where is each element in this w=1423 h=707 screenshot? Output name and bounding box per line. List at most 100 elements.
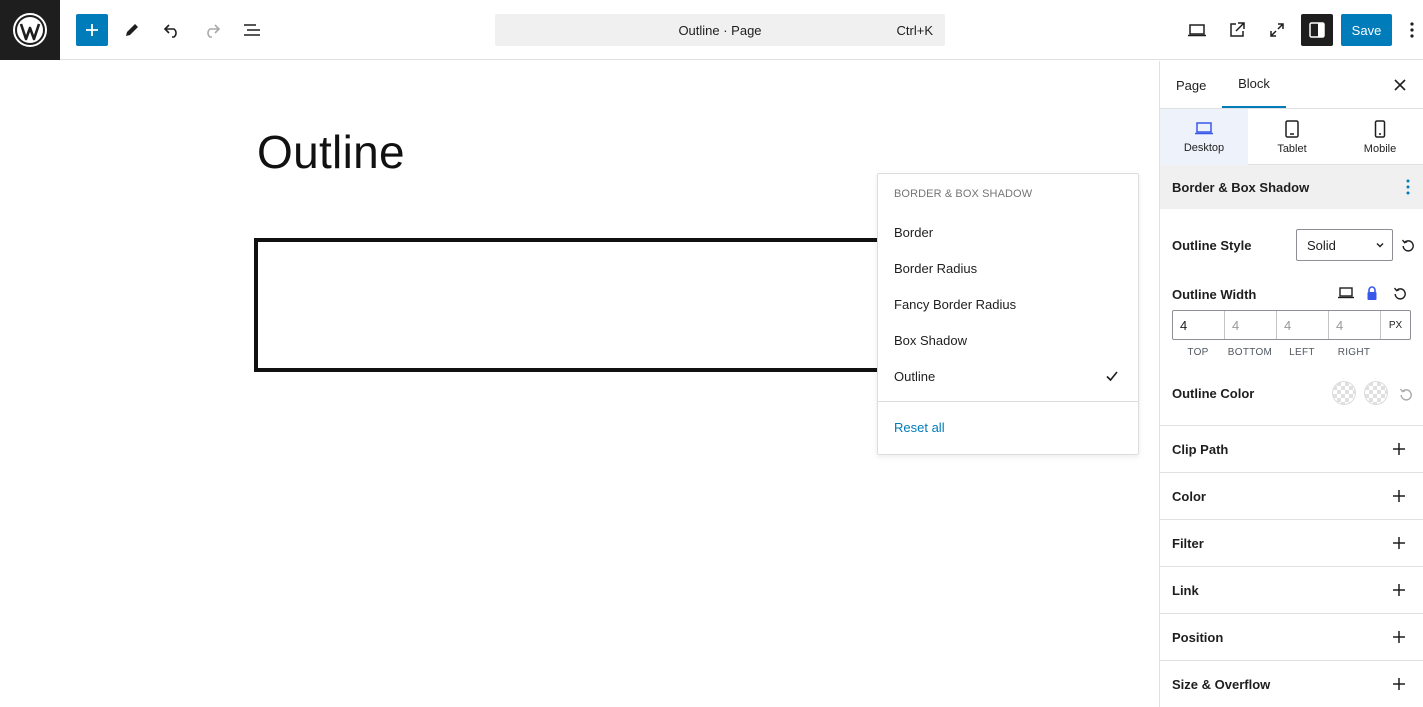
mobile-icon <box>1374 119 1386 138</box>
tab-page[interactable]: Page <box>1176 61 1206 109</box>
pencil-icon <box>126 24 138 36</box>
check-icon <box>1106 371 1118 382</box>
device-mobile[interactable]: Mobile <box>1336 109 1423 165</box>
menu-item-label: Border <box>894 224 934 240</box>
undo-button[interactable] <box>156 14 188 46</box>
outline-color-label: Outline Color <box>1172 386 1255 401</box>
desktop-preview-icon <box>1188 24 1206 37</box>
menu-item-label: Box Shadow <box>894 332 967 348</box>
outline-width-inputs: 4 4 4 4 PX <box>1172 310 1411 340</box>
tablet-icon <box>1285 119 1299 138</box>
panel-title: Border & Box Shadow <box>1172 179 1310 195</box>
menu-divider <box>878 401 1138 402</box>
plus-icon <box>1393 490 1405 502</box>
reset-icon <box>1399 388 1412 401</box>
sidebar-tabs: Page Block <box>1160 61 1423 109</box>
reset-all-button[interactable]: Reset all <box>894 420 945 435</box>
device-label: Mobile <box>1363 142 1397 155</box>
outline-color-swatch[interactable] <box>1332 381 1356 405</box>
save-button[interactable]: Save <box>1341 14 1392 46</box>
panel-position[interactable]: Position <box>1160 613 1423 660</box>
plus-icon <box>1393 584 1405 596</box>
outlined-block[interactable] <box>254 238 954 372</box>
link-sides-button[interactable] <box>1364 285 1380 301</box>
device-label: Tablet <box>1277 142 1307 155</box>
lock-icon <box>1367 286 1377 300</box>
panel-link[interactable]: Link <box>1160 566 1423 613</box>
command-palette[interactable]: Outline · Page Ctrl+K <box>495 14 945 46</box>
border-box-shadow-menu: BORDER & BOX SHADOW Border Border Radius… <box>877 173 1139 455</box>
outline-style-value: Solid <box>1307 237 1336 253</box>
panel-label: Filter <box>1172 535 1204 551</box>
panel-color[interactable]: Color <box>1160 472 1423 519</box>
menu-item-label: Fancy Border Radius <box>894 296 1017 312</box>
menu-item-outline[interactable]: Outline <box>878 358 1138 394</box>
responsive-device-button[interactable] <box>1336 285 1356 301</box>
options-button[interactable] <box>1401 14 1423 46</box>
external-link-icon <box>1230 22 1245 37</box>
outline-width-right-input[interactable]: 4 <box>1329 311 1381 339</box>
menu-heading: BORDER & BOX SHADOW <box>894 188 1033 200</box>
add-block-button[interactable] <box>76 14 108 46</box>
panel-label: Clip Path <box>1172 441 1229 457</box>
menu-item-label: Outline <box>894 368 936 384</box>
outline-color-reset-button[interactable] <box>1398 386 1414 402</box>
plus-icon <box>1393 443 1405 455</box>
wordpress-icon <box>13 13 47 47</box>
outline-width-bottom-input[interactable]: 4 <box>1225 311 1277 339</box>
reset-icon <box>1393 287 1406 300</box>
edit-tool-button[interactable] <box>116 14 148 46</box>
fullscreen-button[interactable] <box>1261 14 1293 46</box>
redo-button[interactable] <box>196 14 228 46</box>
outline-width-top-input[interactable]: 4 <box>1173 311 1225 339</box>
panel-filter[interactable]: Filter <box>1160 519 1423 566</box>
outline-hover-color-swatch[interactable] <box>1364 381 1388 405</box>
unit-select[interactable]: PX <box>1381 311 1410 339</box>
device-desktop[interactable]: Desktop <box>1160 109 1248 165</box>
document-overview-button[interactable] <box>236 14 268 46</box>
outline-width-reset-button[interactable] <box>1392 285 1408 301</box>
plus-icon <box>1393 537 1405 549</box>
side-label-bottom: BOTTOM <box>1227 347 1273 358</box>
panel-clip-path[interactable]: Clip Path <box>1160 425 1423 472</box>
tab-block[interactable]: Block <box>1222 61 1286 108</box>
more-vertical-icon <box>1410 22 1414 38</box>
device-label: Desktop <box>1183 141 1225 154</box>
settings-toggle-button[interactable] <box>1301 14 1333 46</box>
settings-sidebar: Page Block Desktop Tablet Mobile Border … <box>1159 61 1423 707</box>
panel-size-overflow[interactable]: Size & Overflow <box>1160 660 1423 707</box>
menu-item-fancy-border-radius[interactable]: Fancy Border Radius <box>878 286 1138 322</box>
device-tablet[interactable]: Tablet <box>1248 109 1336 165</box>
outline-style-label: Outline Style <box>1172 238 1252 253</box>
editor-header: Outline · Page Ctrl+K Save <box>0 0 1423 60</box>
page-title[interactable]: Outline <box>257 125 405 179</box>
border-box-shadow-panel-header[interactable]: Border & Box Shadow <box>1160 165 1423 209</box>
list-view-icon <box>244 24 260 36</box>
outline-style-select[interactable]: Solid <box>1296 229 1393 261</box>
outline-width-left-input[interactable]: 4 <box>1277 311 1329 339</box>
plus-icon <box>1393 678 1405 690</box>
more-vertical-icon[interactable] <box>1406 179 1410 195</box>
command-shortcut: Ctrl+K <box>896 22 933 38</box>
plus-icon <box>1393 631 1405 643</box>
preview-button[interactable] <box>1181 14 1213 46</box>
plus-icon <box>86 24 98 36</box>
reset-icon <box>1401 239 1414 252</box>
panel-label: Size & Overflow <box>1172 676 1271 692</box>
fullscreen-icon <box>1270 23 1284 37</box>
device-switcher: Desktop Tablet Mobile <box>1160 109 1423 165</box>
menu-item-box-shadow[interactable]: Box Shadow <box>878 322 1138 358</box>
panel-label: Color <box>1172 488 1206 504</box>
menu-item-label: Border Radius <box>894 260 978 276</box>
outline-style-reset-button[interactable] <box>1400 237 1416 253</box>
wordpress-logo[interactable] <box>0 0 60 60</box>
close-sidebar-button[interactable] <box>1388 73 1412 97</box>
chevron-down-icon <box>1376 243 1384 248</box>
menu-item-border[interactable]: Border <box>878 214 1138 250</box>
close-icon <box>1394 79 1406 91</box>
redo-icon <box>207 24 221 38</box>
side-label-top: TOP <box>1187 347 1209 358</box>
menu-item-border-radius[interactable]: Border Radius <box>878 250 1138 286</box>
desktop-icon <box>1338 287 1354 299</box>
view-page-button[interactable] <box>1221 14 1253 46</box>
